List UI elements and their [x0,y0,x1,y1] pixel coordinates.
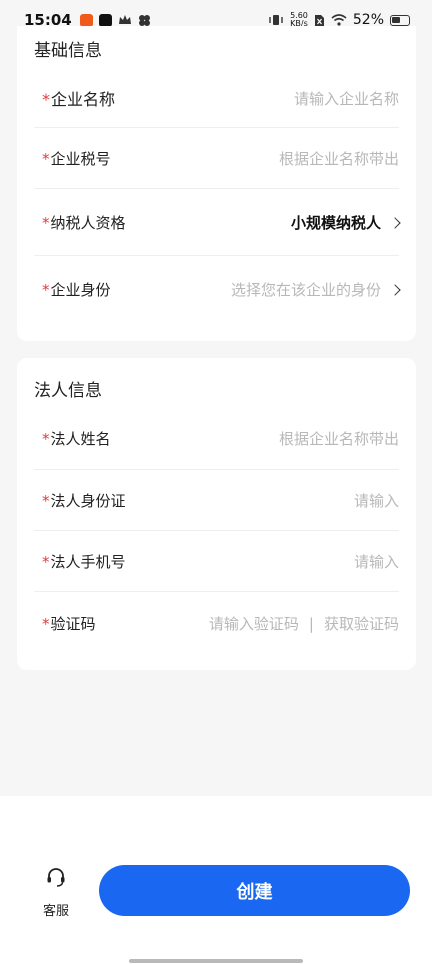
legal-phone-row[interactable]: *法人手机号 请输入 [42,551,399,572]
chevron-right-icon [389,216,401,229]
legal-id-row[interactable]: *法人身份证 请输入 [42,490,399,511]
company-name-input[interactable]: 请输入企业名称 [294,88,399,109]
taxpayer-type-select[interactable]: 小规模纳税人 [291,212,401,233]
divider [34,530,399,531]
divider [34,127,399,128]
verify-code-separator: | [308,614,314,633]
legal-info-title: 法人信息 [34,381,102,401]
tax-number-label: *企业税号 [42,150,111,168]
verify-code-input[interactable]: 请输入验证码 [209,613,299,634]
basic-info-card: 基础信息 *企业名称 请输入企业名称 *企业税号 根据企业名称带出 *纳税人资格… [17,26,416,341]
legal-phone-input[interactable]: 请输入 [354,551,399,572]
sim-icon [314,14,324,26]
headset-icon [47,868,65,887]
company-identity-label: *企业身份 [42,281,111,299]
create-button[interactable]: 创建 [99,865,410,916]
legal-info-card: 法人信息 *法人姓名 根据企业名称带出 *法人身份证 请输入 *法人手机号 请输… [17,358,416,670]
legal-id-label: *法人身份证 [42,492,126,510]
home-indicator [129,959,303,963]
company-name-row[interactable]: *企业名称 请输入企业名称 [42,86,399,110]
taxpayer-type-row[interactable]: *纳税人资格 小规模纳税人 [42,212,401,233]
divider [34,255,399,256]
divider [34,591,399,592]
company-identity-row[interactable]: *企业身份 选择您在该企业的身份 [42,279,401,300]
wifi-icon [331,14,347,26]
vibrate-icon [269,15,283,25]
legal-phone-label: *法人手机号 [42,553,126,571]
legal-id-input[interactable]: 请输入 [354,490,399,511]
required-mark: * [42,90,50,109]
taobao-app-icon [79,13,93,27]
chevron-right-icon [389,283,401,296]
verify-code-row[interactable]: *验证码 请输入验证码 | 获取验证码 [42,613,399,634]
basic-info-title: 基础信息 [34,41,102,61]
company-name-label: *企业名称 [42,90,116,109]
divider [34,188,399,189]
tax-number-row[interactable]: *企业税号 根据企业名称带出 [42,148,399,169]
customer-service-button[interactable]: 客服 [28,866,84,919]
tax-number-field: 根据企业名称带出 [278,150,399,168]
taxpayer-type-label: *纳税人资格 [42,214,126,232]
company-identity-select[interactable]: 选择您在该企业的身份 [231,279,401,300]
legal-name-label: *法人姓名 [42,430,111,448]
crown-icon [118,15,131,24]
get-code-button[interactable]: 获取验证码 [324,613,399,634]
divider [34,469,399,470]
tiktok-app-icon [98,13,112,27]
verify-code-group: 请输入验证码 | 获取验证码 [209,613,399,634]
customer-service-label: 客服 [42,904,69,919]
battery-icon [390,14,410,26]
pinwheel-icon [138,14,150,26]
legal-name-field: 根据企业名称带出 [278,430,399,448]
verify-code-label: *验证码 [42,615,96,633]
legal-name-row[interactable]: *法人姓名 根据企业名称带出 [42,428,399,449]
